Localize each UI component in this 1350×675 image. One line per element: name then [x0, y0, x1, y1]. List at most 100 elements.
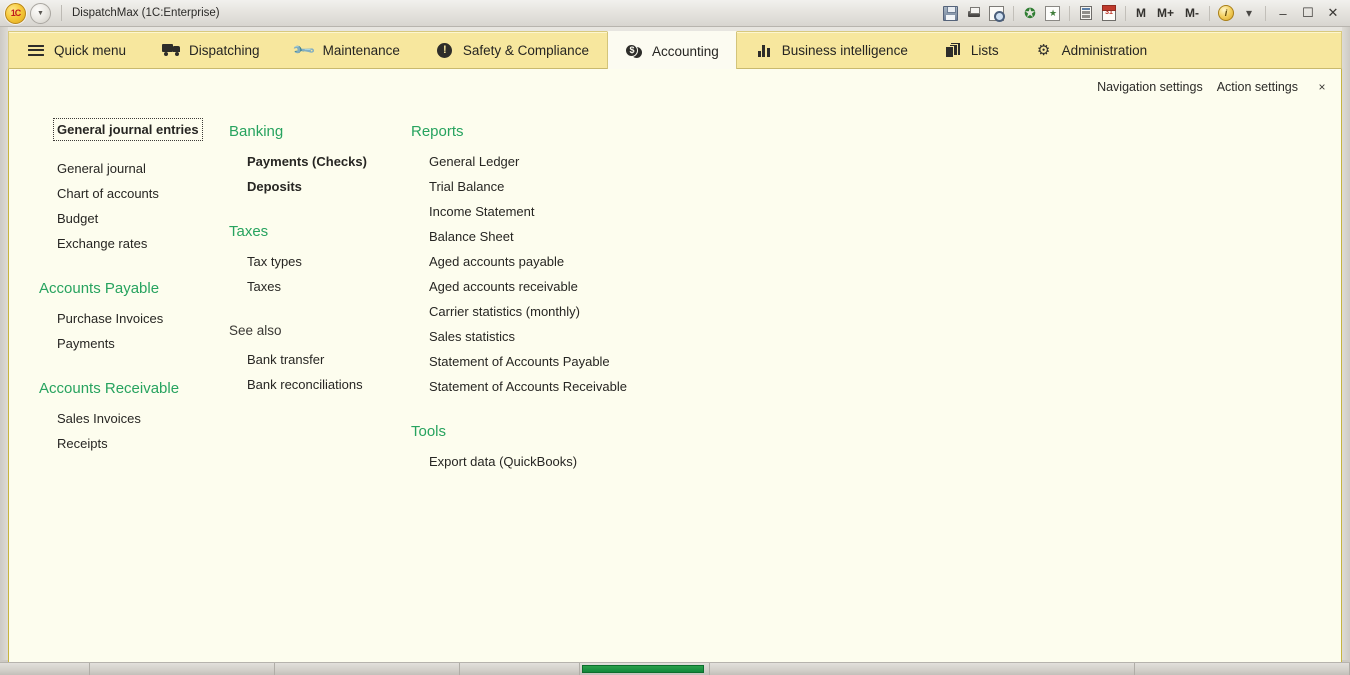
nav-tab-label: Lists	[970, 42, 999, 58]
app-logo-icon[interactable]: 1C	[5, 2, 26, 24]
menu-group: Reports General Ledger Trial Balance Income…	[411, 119, 811, 399]
menu-item[interactable]: Receipts	[39, 431, 229, 456]
nav-tab-administration[interactable]: ⚙ Administration	[1017, 32, 1166, 68]
menu-item[interactable]: Deposits	[229, 174, 411, 199]
hamburger-icon	[27, 41, 45, 59]
minimize-button[interactable]: –	[1271, 3, 1295, 24]
calendar-icon[interactable]: 31	[1098, 3, 1120, 24]
menu-group: Accounts Receivable Sales Invoices Receipt…	[39, 376, 229, 456]
column-2: Banking Payments (Checks) Deposits Taxes Tax…	[229, 119, 411, 494]
nav-tab-maintenance[interactable]: 🔧 Maintenance	[278, 32, 418, 68]
menu-item[interactable]: Statement of Accounts Receivable	[411, 374, 811, 399]
gear-icon: ⚙	[1036, 41, 1051, 59]
navigation-settings-link[interactable]: Navigation settings	[1090, 77, 1210, 97]
menu-item[interactable]: Purchase Invoices	[39, 306, 229, 331]
toolbar-divider-2	[1068, 5, 1070, 21]
exclamation-circle-icon: !	[436, 41, 454, 59]
status-bar-segment	[90, 663, 275, 675]
menu-item[interactable]: Budget	[39, 206, 229, 231]
close-window-button[interactable]: ✕	[1321, 3, 1345, 24]
memory-add-button[interactable]: M+	[1152, 6, 1179, 20]
nav-tab-safety-compliance[interactable]: ! Safety & Compliance	[418, 32, 607, 68]
menu-item[interactable]: Aged accounts payable	[411, 249, 811, 274]
menu-item[interactable]: Exchange rates	[39, 231, 229, 256]
menu-item[interactable]: Aged accounts receivable	[411, 274, 811, 299]
menu-item[interactable]: Payments (Checks)	[229, 149, 411, 174]
progress-indicator	[582, 665, 704, 673]
menu-group: Banking Payments (Checks) Deposits	[229, 119, 411, 199]
menu-item[interactable]: Statement of Accounts Payable	[411, 349, 811, 374]
menu-group: Taxes Tax types Taxes	[229, 219, 411, 299]
title-menu-dropdown-button[interactable]: ▼	[30, 2, 51, 24]
menu-item[interactable]: Sales statistics	[411, 324, 811, 349]
main-navigation-bar: Quick menu Dispatching 🔧 Maintenance! Safety…	[8, 31, 1342, 69]
toolbar-divider-3	[1124, 5, 1126, 21]
menu-item-focused[interactable]: General journal entries	[53, 118, 203, 141]
window-title: DispatchMax (1C:Enterprise)	[72, 7, 220, 19]
menu-item[interactable]: Payments	[39, 331, 229, 356]
menu-item[interactable]: General journal	[39, 156, 229, 181]
menu-group: Tools Export data (QuickBooks)	[411, 419, 811, 474]
menu-item[interactable]: Carrier statistics (monthly)	[411, 299, 811, 324]
menu-columns: General journal entries General journal Ch…	[9, 118, 1341, 494]
nav-tab-dispatching[interactable]: Dispatching	[144, 32, 278, 68]
nav-tab-label: Administration	[1061, 42, 1148, 58]
menu-item[interactable]: Tax types	[229, 249, 411, 274]
nav-tab-label: Dispatching	[189, 42, 260, 58]
menu-group-title: Reports	[411, 123, 464, 140]
save-icon[interactable]	[940, 3, 962, 24]
nav-tab-business-intelligence[interactable]: Business intelligence	[737, 32, 926, 68]
menu-item[interactable]: Taxes	[229, 274, 411, 299]
menu-item[interactable]: Income Statement	[411, 199, 811, 224]
title-bar-toolbar: ✪ ★ 31 M M+ M- i ▾ – ☐ ✕	[940, 3, 1350, 24]
stacked-pages-icon	[944, 41, 962, 59]
nav-tab-label: Maintenance	[322, 42, 400, 58]
column-1: General journal entries General journal Ch…	[9, 118, 229, 494]
menu-group: General journal Chart of accounts Budget Ex…	[39, 156, 229, 256]
menu-item[interactable]: Balance Sheet	[411, 224, 811, 249]
status-bar-segment	[580, 663, 710, 675]
menu-item[interactable]: Bank transfer	[229, 347, 411, 372]
toolbar-divider-5	[1265, 5, 1266, 21]
coins-icon: $	[625, 42, 643, 60]
info-icon[interactable]: i	[1215, 3, 1237, 24]
title-separator	[61, 5, 62, 21]
menu-item[interactable]: Export data (QuickBooks)	[411, 449, 811, 474]
close-settings-bar-button[interactable]: ×	[1311, 77, 1333, 97]
favorites-icon[interactable]: ★	[1042, 3, 1064, 24]
bar-chart-icon	[755, 41, 773, 59]
memory-subtract-button[interactable]: M-	[1180, 6, 1204, 20]
menu-item[interactable]: Trial Balance	[411, 174, 811, 199]
wrench-icon: 🔧	[291, 37, 318, 63]
menu-item[interactable]: Sales Invoices	[39, 406, 229, 431]
status-bar-segment	[1135, 663, 1350, 675]
info-dropdown-caret-icon[interactable]: ▾	[1238, 3, 1260, 24]
print-preview-icon[interactable]	[986, 3, 1008, 24]
action-settings-link[interactable]: Action settings	[1210, 77, 1305, 97]
nav-tab-lists[interactable]: Lists	[926, 32, 1017, 68]
application-window: 1C ▼ DispatchMax (1C:Enterprise) ✪ ★ 31 …	[0, 0, 1350, 675]
menu-item[interactable]: Chart of accounts	[39, 181, 229, 206]
window-edge-right	[1342, 27, 1350, 662]
status-bar-segment	[710, 663, 1135, 675]
add-to-favorites-icon[interactable]: ✪	[1019, 3, 1041, 24]
menu-item[interactable]: General Ledger	[411, 149, 811, 174]
maximize-button[interactable]: ☐	[1296, 3, 1320, 24]
menu-group-title: Taxes	[229, 223, 269, 240]
menu-item[interactable]: Bank reconciliations	[229, 372, 411, 397]
nav-tab-accounting[interactable]: $ Accounting	[606, 31, 737, 69]
nav-tab-quick-menu[interactable]: Quick menu	[9, 32, 144, 68]
print-icon[interactable]	[963, 3, 985, 24]
column-3: Reports General Ledger Trial Balance Income…	[411, 119, 811, 494]
memory-recall-button[interactable]: M	[1131, 6, 1151, 20]
calculator-icon[interactable]	[1075, 3, 1097, 24]
menu-group-title: Banking	[229, 123, 284, 140]
